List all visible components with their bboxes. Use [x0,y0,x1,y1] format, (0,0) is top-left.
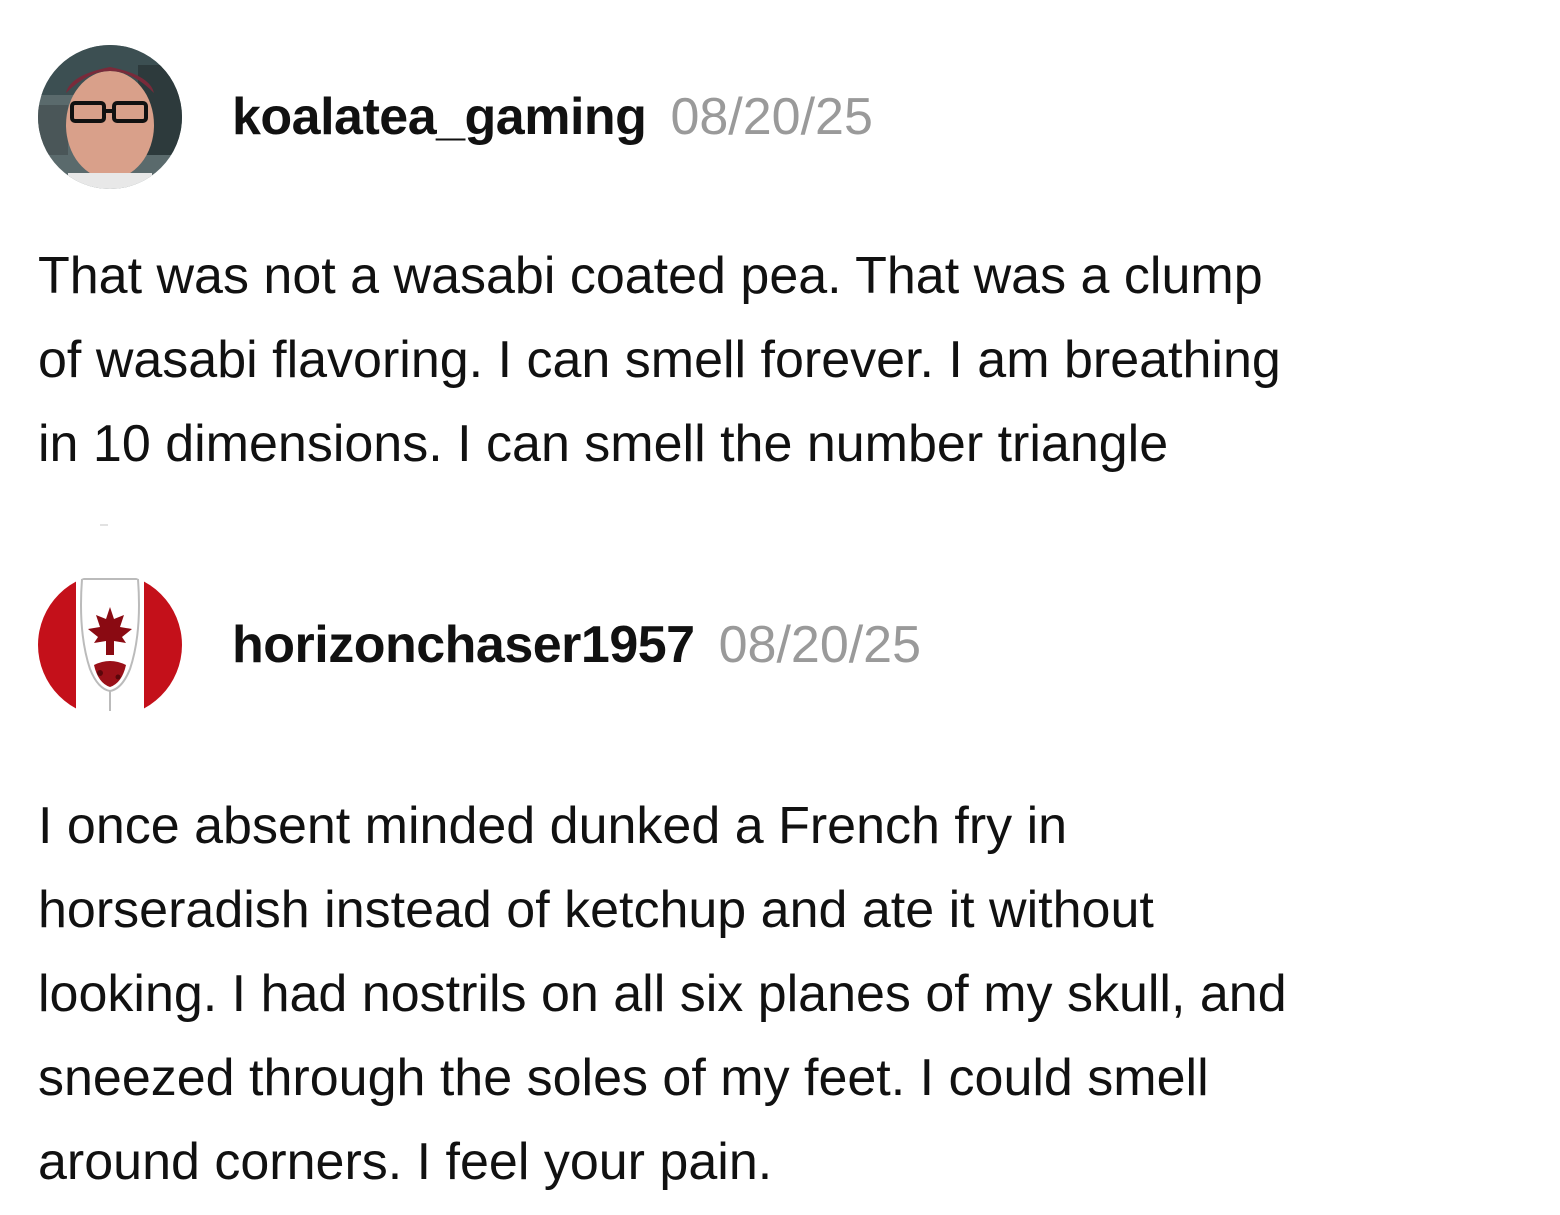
comment-line: looking. I had nostrils on all six plane… [38,965,1287,1023]
comment-header: koalatea_gaming 08/20/25 [38,44,1528,190]
comment-line: I once absent minded dunked a French fry… [38,797,1068,855]
comment-item: horizonchaser1957 08/20/25 I once absent… [38,572,1528,1204]
comment-text: That was not a wasabi coated pea. That w… [38,234,1528,486]
comment-text: I once absent minded dunked a French fry… [38,784,1528,1204]
comment-header: horizonchaser1957 08/20/25 [38,572,1528,718]
comment-line: in 10 dimensions. I can smell the number… [38,415,1169,473]
comment-item: koalatea_gaming 08/20/25 That was not a … [38,44,1528,486]
comment-line: sneezed through the soles of my feet. I … [38,1049,1209,1107]
comment-date: 08/20/25 [670,88,873,146]
avatar-image [38,45,182,189]
comment-line: around corners. I feel your pain. [38,1133,773,1191]
avatar-image [38,573,182,717]
username[interactable]: horizonchaser1957 [232,615,695,675]
username[interactable]: koalatea_gaming [232,87,647,147]
comment-line: horseradish instead of ketchup and ate i… [38,881,1154,939]
name-row: koalatea_gaming 08/20/25 [232,87,873,147]
avatar[interactable] [38,45,182,189]
comment-line: of wasabi flavoring. I can smell forever… [38,331,1281,389]
divider [100,524,108,526]
name-row: horizonchaser1957 08/20/25 [232,615,921,675]
avatar[interactable] [38,573,182,717]
comment-line: That was not a wasabi coated pea. That w… [38,247,1263,305]
comment-date: 08/20/25 [718,616,922,674]
